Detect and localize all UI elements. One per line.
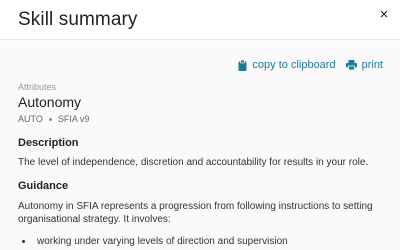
- description-heading: Description: [18, 137, 79, 149]
- printer-icon: [345, 60, 357, 70]
- list-item-text: working under varying levels of directio…: [37, 236, 288, 247]
- modal-header: Skill summary ×: [0, 0, 400, 40]
- skill-summary-modal: Skill summary × copy to clipboard print: [0, 0, 400, 250]
- description-text: The level of independence, discretion an…: [18, 157, 369, 168]
- print-button[interactable]: print: [345, 59, 383, 71]
- modal-title: Skill summary: [18, 9, 138, 30]
- attributes-label: Attributes: [18, 82, 57, 92]
- skill-name: Autonomy: [18, 94, 82, 110]
- skill-meta: AUTO SFIA v9: [18, 114, 89, 124]
- clipboard-icon: [238, 59, 247, 71]
- copy-to-clipboard-button[interactable]: copy to clipboard: [238, 59, 336, 71]
- modal-body: copy to clipboard print Attributes Auton…: [0, 41, 400, 250]
- list-item: working under varying levels of directio…: [22, 236, 288, 247]
- skill-version: SFIA v9: [57, 114, 90, 124]
- close-icon[interactable]: ×: [375, 6, 393, 24]
- guidance-heading: Guidance: [18, 180, 69, 192]
- print-label: print: [361, 59, 383, 71]
- bullet-dot: [22, 240, 25, 243]
- skill-code: AUTO: [18, 114, 43, 124]
- guidance-text: Autonomy in SFIA represents a progressio…: [18, 201, 373, 225]
- separator-dot: [48, 117, 52, 121]
- copy-to-clipboard-label: copy to clipboard: [252, 59, 336, 71]
- action-bar: copy to clipboard print: [238, 57, 383, 73]
